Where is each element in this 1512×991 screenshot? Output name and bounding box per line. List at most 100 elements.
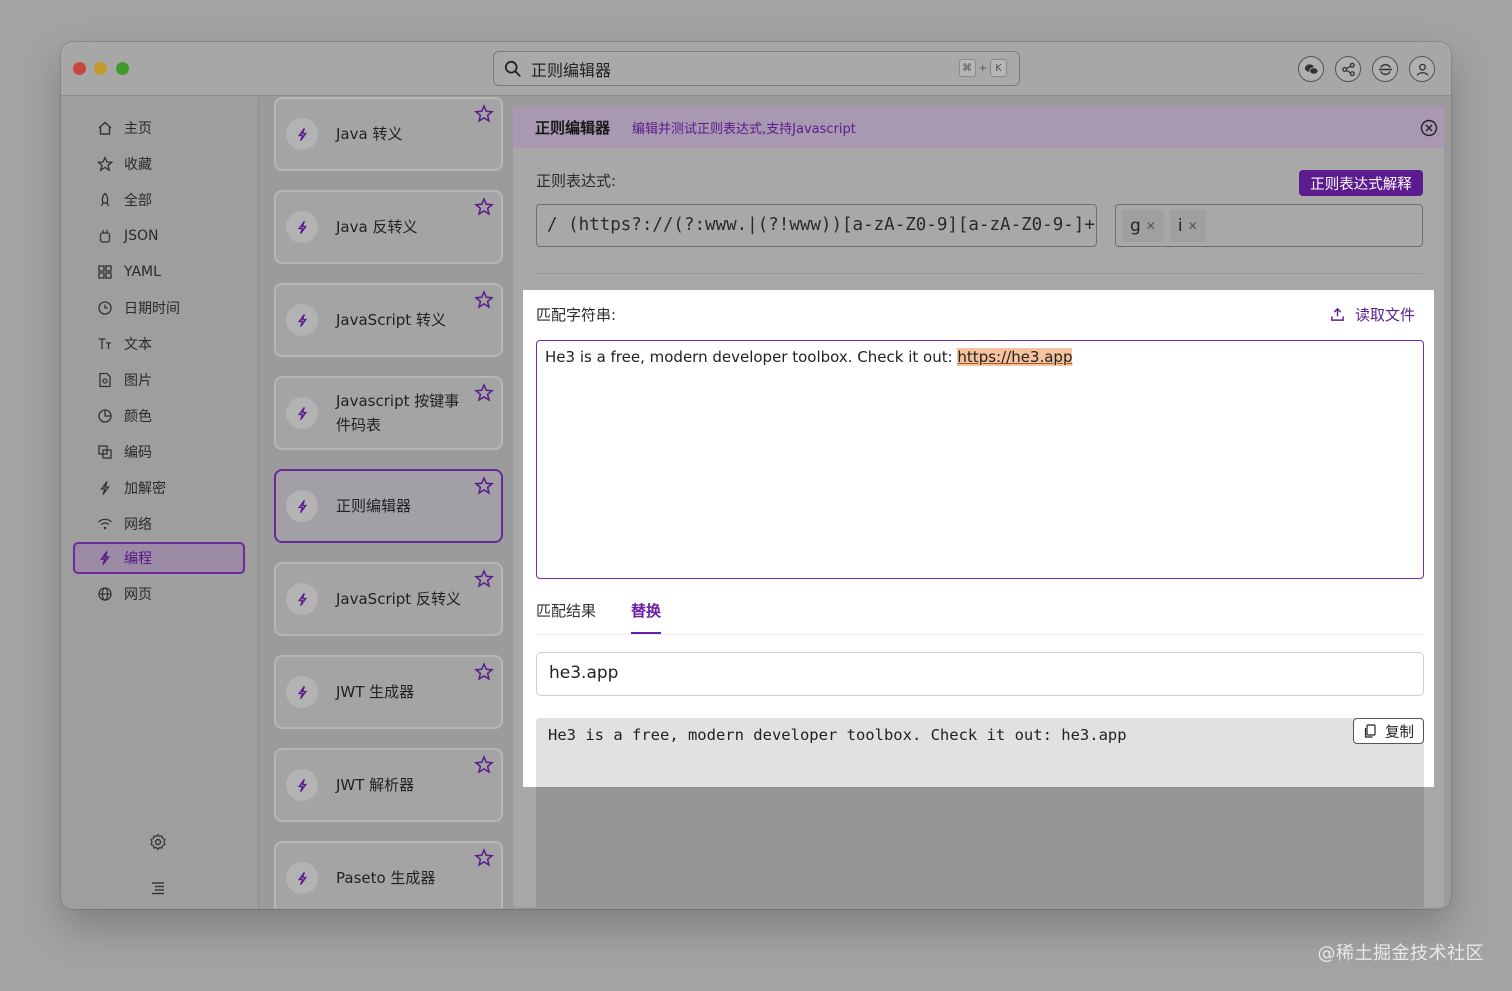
sidebar-item-yaml[interactable]: YAML xyxy=(73,256,245,288)
sidebar-item-label: 编程 xyxy=(124,551,152,567)
read-file-label: 读取文件 xyxy=(1354,306,1415,324)
replace-result-text: He3 is a free, modern developer toolbox.… xyxy=(548,726,1127,744)
regex-input[interactable]: / (https?://(?:www.|(?!www))[a-zA-Z0-9][… xyxy=(536,204,1097,247)
sidebar-item-home[interactable]: 主页 xyxy=(73,112,245,144)
home-icon xyxy=(98,121,112,135)
sidebar-item-network[interactable]: 网络 xyxy=(73,508,245,540)
result-tabs: 匹配结果 替换 xyxy=(536,600,1424,635)
tab-match-results[interactable]: 匹配结果 xyxy=(536,600,596,634)
maximize-window-button[interactable] xyxy=(116,62,129,75)
tool-card[interactable]: Java 反转义 xyxy=(274,190,503,264)
user-button[interactable] xyxy=(1409,56,1435,82)
tool-icon-wrap xyxy=(286,769,318,801)
favorite-star-icon[interactable] xyxy=(474,662,494,682)
sidebar-item-label: 全部 xyxy=(124,193,152,209)
lightning-icon xyxy=(100,551,110,565)
sidebar-item-datetime[interactable]: 日期时间 xyxy=(73,292,245,324)
main-area: 正则编辑器 编辑并测试正则表达式,支持Javascript 正则表达式: 正则表… xyxy=(513,97,1451,909)
favorite-star-icon[interactable] xyxy=(474,569,494,589)
sidebar-item-color[interactable]: 颜色 xyxy=(73,400,245,432)
sidebar-item-label: 文本 xyxy=(124,337,152,353)
flag-tag[interactable]: i ✕ xyxy=(1169,209,1206,242)
flag-tag[interactable]: g ✕ xyxy=(1122,209,1164,242)
tool-card-selected[interactable]: 正则编辑器 xyxy=(274,469,503,543)
image-icon xyxy=(99,372,111,388)
watermark: @稀土掘金技术社区 xyxy=(1317,943,1484,964)
sidebar-item-label: 网页 xyxy=(124,587,152,603)
regex-label: 正则表达式: xyxy=(536,172,617,190)
close-window-button[interactable] xyxy=(73,62,86,75)
wechat-button[interactable] xyxy=(1298,56,1324,82)
match-string-label: 匹配字符串: xyxy=(536,306,617,324)
minimize-window-button[interactable] xyxy=(94,62,107,75)
regex-flags-select[interactable]: g ✕ i ✕ xyxy=(1115,204,1423,247)
tool-icon-wrap xyxy=(286,118,318,150)
close-icon[interactable] xyxy=(1420,119,1438,137)
tool-icon-wrap xyxy=(286,211,318,243)
tool-icon-wrap xyxy=(286,862,318,894)
json-icon xyxy=(99,230,111,243)
sidebar-item-all[interactable]: 全部 xyxy=(73,184,245,216)
lightning-icon xyxy=(297,499,307,513)
share-icon xyxy=(1341,62,1355,76)
tool-card[interactable]: JWT 解析器 xyxy=(274,748,503,822)
tool-header-description: 编辑并测试正则表达式,支持Javascript xyxy=(632,122,856,137)
tool-card[interactable]: Paseto 生成器 xyxy=(274,841,503,909)
regex-editor-panel: 正则编辑器 编辑并测试正则表达式,支持Javascript 正则表达式: 正则表… xyxy=(513,107,1444,907)
shortcut-hint: ⌘ + K xyxy=(958,59,1007,77)
sidebar-item-label: 主页 xyxy=(124,121,152,137)
regex-explain-button[interactable]: 正则表达式解释 xyxy=(1299,170,1423,196)
sidebar-item-web[interactable]: 网页 xyxy=(73,578,245,610)
sidebar-item-programming[interactable]: 编程 xyxy=(73,542,245,574)
share-button[interactable] xyxy=(1335,56,1361,82)
tool-card[interactable]: JavaScript 反转义 xyxy=(274,562,503,636)
read-file-button[interactable]: 读取文件 xyxy=(1330,304,1415,325)
remove-flag-icon[interactable]: ✕ xyxy=(1188,219,1198,233)
sidebar-item-label: JSON xyxy=(124,228,159,244)
tool-icon-wrap xyxy=(286,397,318,429)
copy-label: 复制 xyxy=(1385,724,1414,741)
tool-title: JavaScript 转义 xyxy=(336,311,446,329)
search-icon xyxy=(504,60,521,77)
flag-label: i xyxy=(1177,215,1183,236)
lightning-icon xyxy=(297,871,307,885)
tool-card[interactable]: JWT 生成器 xyxy=(274,655,503,729)
favorite-star-icon[interactable] xyxy=(474,848,494,868)
favorite-star-icon[interactable] xyxy=(474,476,494,496)
match-text: He3 is a free, modern developer toolbox.… xyxy=(545,348,958,366)
encode-icon xyxy=(98,445,112,459)
sidebar-item-crypto[interactable]: 加解密 xyxy=(73,472,245,504)
favorite-star-icon[interactable] xyxy=(474,755,494,775)
lightning-icon xyxy=(297,592,307,606)
menu-collapse-icon[interactable] xyxy=(149,879,167,897)
tool-title: JavaScript 反转义 xyxy=(336,590,461,608)
replace-input[interactable]: he3.app xyxy=(536,652,1424,696)
sidebar-item-encode[interactable]: 编码 xyxy=(73,436,245,468)
favorite-star-icon[interactable] xyxy=(474,197,494,217)
sidebar-item-json[interactable]: JSON xyxy=(73,220,245,252)
copy-icon xyxy=(1364,724,1376,738)
sidebar-item-favorites[interactable]: 收藏 xyxy=(73,148,245,180)
sync-button[interactable] xyxy=(1372,56,1398,82)
tool-title: Javascript 按键事件码表 xyxy=(336,392,460,434)
favorite-star-icon[interactable] xyxy=(474,383,494,403)
favorite-star-icon[interactable] xyxy=(474,290,494,310)
tool-card[interactable]: Java 转义 xyxy=(274,97,503,171)
match-string-input[interactable]: He3 is a free, modern developer toolbox.… xyxy=(536,340,1424,579)
sidebar-item-image[interactable]: 图片 xyxy=(73,364,245,396)
lightning-icon xyxy=(297,220,307,234)
search-bar[interactable]: 正则编辑器 ⌘ + K xyxy=(493,51,1020,86)
settings-icon[interactable] xyxy=(149,833,167,851)
tab-replace[interactable]: 替换 xyxy=(631,600,662,634)
tool-list: Java 转义 Java 反转义 JavaScript 转义 Javascrip… xyxy=(258,97,513,909)
tool-title: Java 反转义 xyxy=(336,218,418,236)
tool-card[interactable]: Javascript 按键事件码表 xyxy=(274,376,503,450)
remove-flag-icon[interactable]: ✕ xyxy=(1146,219,1156,233)
sidebar-item-label: 编码 xyxy=(124,445,152,461)
tool-title: Java 转义 xyxy=(336,125,403,143)
tool-card[interactable]: JavaScript 转义 xyxy=(274,283,503,357)
copy-button[interactable]: 复制 xyxy=(1353,718,1424,744)
lightning-icon xyxy=(297,406,307,420)
favorite-star-icon[interactable] xyxy=(474,104,494,124)
sidebar-item-text[interactable]: 文本 xyxy=(73,328,245,360)
